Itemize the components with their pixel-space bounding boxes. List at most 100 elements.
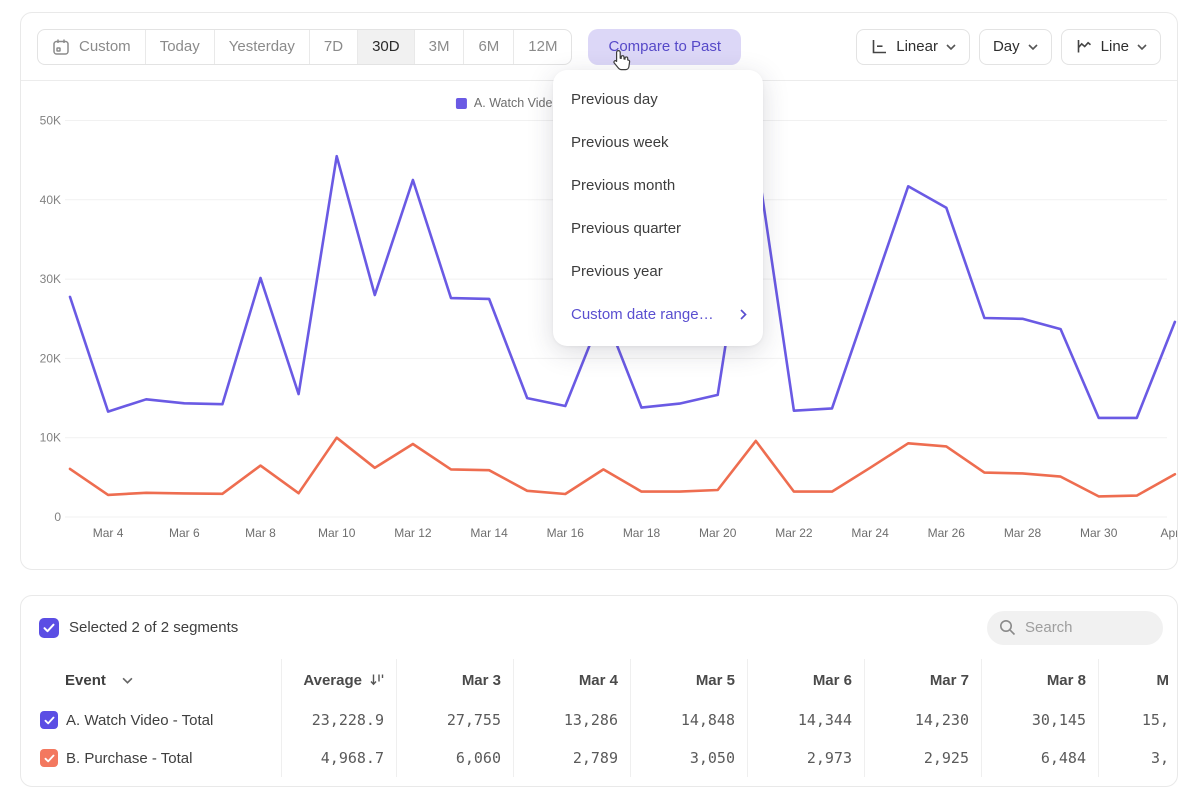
- range-button-label: 6M: [478, 38, 499, 55]
- segments-table: Event Average Mar 3 Mar 4 Mar 5 Mar 6 Ma…: [21, 659, 1177, 777]
- cell-mar7: 2,925: [864, 739, 981, 777]
- range-button-12m[interactable]: 12M: [513, 30, 571, 64]
- hand-cursor-icon: [610, 49, 633, 75]
- chevron-down-icon: [122, 677, 133, 684]
- svg-text:Mar 24: Mar 24: [851, 526, 889, 540]
- cell-mar3: 6,060: [396, 739, 513, 777]
- range-button-30d[interactable]: 30D: [357, 30, 414, 64]
- chart-type-dropdown-button[interactable]: Line: [1061, 29, 1161, 65]
- interval-dropdown-label: Day: [993, 38, 1020, 55]
- svg-text:Mar 16: Mar 16: [547, 526, 585, 540]
- chevron-right-icon: [740, 309, 747, 320]
- range-button-label: 12M: [528, 38, 557, 55]
- svg-text:Mar 20: Mar 20: [699, 526, 737, 540]
- selected-segments: Selected 2 of 2 segments: [39, 618, 238, 638]
- search-input[interactable]: [1025, 619, 1145, 636]
- menu-item-label: Custom date range…: [571, 306, 714, 323]
- cell-average: 23,228.9: [281, 701, 396, 739]
- range-button-custom[interactable]: Custom: [38, 30, 145, 64]
- menu-item-previous-month[interactable]: Previous month: [553, 164, 763, 207]
- column-header-mar3[interactable]: Mar 3: [396, 659, 513, 701]
- cell-mar3: 27,755: [396, 701, 513, 739]
- cell-clipped: 15,: [1098, 701, 1177, 739]
- menu-item-previous-day[interactable]: Previous day: [553, 78, 763, 121]
- cell-mar8: 6,484: [981, 739, 1098, 777]
- search-box[interactable]: [987, 611, 1163, 645]
- svg-text:Mar 8: Mar 8: [245, 526, 276, 540]
- range-button-label: 3M: [429, 38, 450, 55]
- column-header-mar4[interactable]: Mar 4: [513, 659, 630, 701]
- column-header-average[interactable]: Average: [281, 659, 396, 701]
- svg-text:Mar 10: Mar 10: [318, 526, 356, 540]
- svg-text:10K: 10K: [40, 431, 61, 445]
- chevron-down-icon: [1028, 44, 1038, 50]
- table-row: B. Purchase - Total: [21, 739, 281, 777]
- table-card-header: Selected 2 of 2 segments: [21, 596, 1177, 659]
- menu-item-previous-quarter[interactable]: Previous quarter: [553, 207, 763, 250]
- cell-mar7: 14,230: [864, 701, 981, 739]
- svg-text:Mar 4: Mar 4: [93, 526, 124, 540]
- chevron-down-icon: [946, 44, 956, 50]
- range-button-label: 30D: [372, 38, 400, 55]
- menu-item-previous-year[interactable]: Previous year: [553, 250, 763, 293]
- check-icon: [43, 623, 55, 633]
- svg-text:Mar 6: Mar 6: [169, 526, 200, 540]
- compare-to-past-menu: Previous day Previous week Previous mont…: [553, 70, 763, 346]
- cell-mar4: 2,789: [513, 739, 630, 777]
- scale-dropdown-button[interactable]: Linear: [856, 29, 970, 65]
- menu-item-custom-date-range[interactable]: Custom date range…: [553, 293, 763, 336]
- scale-dropdown-label: Linear: [896, 38, 938, 55]
- line-chart-icon: [1075, 38, 1093, 55]
- svg-text:30K: 30K: [40, 272, 61, 286]
- cell-mar8: 30,145: [981, 701, 1098, 739]
- range-button-6m[interactable]: 6M: [463, 30, 513, 64]
- svg-text:Mar 12: Mar 12: [394, 526, 432, 540]
- cell-mar6: 2,973: [747, 739, 864, 777]
- row-checkbox-purchase[interactable]: [40, 749, 58, 767]
- range-button-label: Today: [160, 38, 200, 55]
- select-all-checkbox[interactable]: [39, 618, 59, 638]
- row-label: A. Watch Video - Total: [66, 712, 213, 729]
- cell-mar5: 3,050: [630, 739, 747, 777]
- range-button-label: Yesterday: [229, 38, 295, 55]
- svg-text:50K: 50K: [40, 114, 61, 128]
- date-range-segmented-control: Custom Today Yesterday 7D 30D 3M 6M 12M: [37, 29, 572, 65]
- cell-mar6: 14,344: [747, 701, 864, 739]
- svg-text:Mar 28: Mar 28: [1004, 526, 1042, 540]
- search-icon: [999, 619, 1016, 636]
- range-button-yesterday[interactable]: Yesterday: [214, 30, 309, 64]
- column-header-clipped[interactable]: M: [1098, 659, 1177, 701]
- selected-segments-label: Selected 2 of 2 segments: [69, 619, 238, 636]
- column-header-mar5[interactable]: Mar 5: [630, 659, 747, 701]
- svg-text:Mar 30: Mar 30: [1080, 526, 1118, 540]
- sort-descending-icon: [370, 673, 384, 687]
- cell-mar4: 13,286: [513, 701, 630, 739]
- cell-mar5: 14,848: [630, 701, 747, 739]
- range-button-3m[interactable]: 3M: [414, 30, 464, 64]
- interval-dropdown-button[interactable]: Day: [979, 29, 1052, 65]
- column-header-mar8[interactable]: Mar 8: [981, 659, 1098, 701]
- menu-item-previous-week[interactable]: Previous week: [553, 121, 763, 164]
- legend-swatch: [456, 98, 467, 109]
- svg-text:Mar 22: Mar 22: [775, 526, 813, 540]
- column-header-event[interactable]: Event: [21, 659, 281, 701]
- segments-table-card: Selected 2 of 2 segments Event Average M…: [20, 595, 1178, 787]
- svg-text:Mar 26: Mar 26: [928, 526, 966, 540]
- svg-text:40K: 40K: [40, 193, 61, 207]
- column-header-mar6[interactable]: Mar 6: [747, 659, 864, 701]
- table-row: A. Watch Video - Total: [21, 701, 281, 739]
- column-header-mar7[interactable]: Mar 7: [864, 659, 981, 701]
- svg-text:Apr 1: Apr 1: [1161, 526, 1177, 540]
- chart-type-dropdown-label: Line: [1101, 38, 1129, 55]
- range-button-today[interactable]: Today: [145, 30, 214, 64]
- range-button-label: Custom: [79, 38, 131, 55]
- svg-text:Mar 18: Mar 18: [623, 526, 661, 540]
- svg-text:Mar 14: Mar 14: [470, 526, 508, 540]
- check-icon: [44, 716, 55, 725]
- column-header-label: Average: [303, 672, 362, 689]
- row-checkbox-watch-video[interactable]: [40, 711, 58, 729]
- range-button-7d[interactable]: 7D: [309, 30, 357, 64]
- cell-clipped: 3,: [1098, 739, 1177, 777]
- check-icon: [44, 754, 55, 763]
- chevron-down-icon: [1137, 44, 1147, 50]
